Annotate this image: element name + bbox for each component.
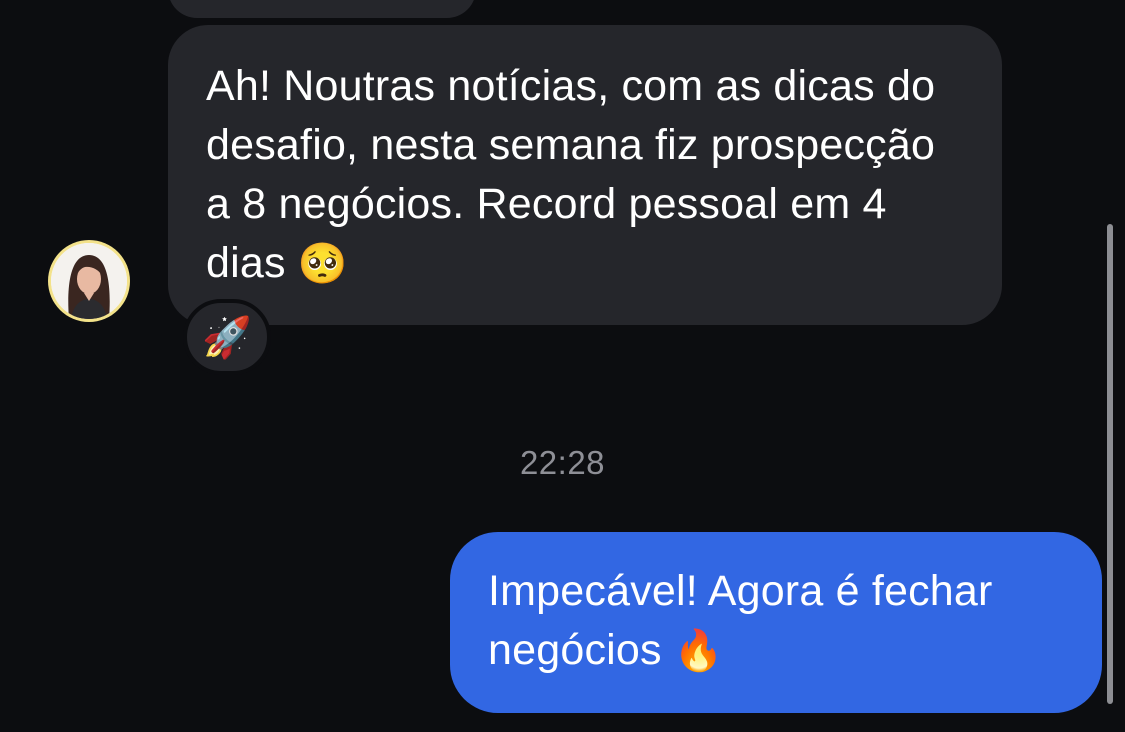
- rocket-icon: 🚀: [202, 315, 252, 360]
- user-avatar-icon: [51, 243, 127, 319]
- avatar[interactable]: [48, 240, 130, 322]
- outgoing-message-text: Impecável! Agora é fechar negócios: [488, 567, 993, 674]
- message-reaction[interactable]: 🚀: [183, 299, 271, 375]
- fire-icon: 🔥: [673, 629, 724, 673]
- chat-thread[interactable]: Ah! Noutras notícias, com as dicas do de…: [0, 0, 1125, 732]
- incoming-message-bubble[interactable]: Ah! Noutras notícias, com as dicas do de…: [168, 25, 1002, 325]
- previous-message-bubble[interactable]: [168, 0, 476, 18]
- scrollbar[interactable]: [1107, 224, 1113, 704]
- pleading-face-icon: 🥺: [297, 242, 348, 286]
- outgoing-message-bubble[interactable]: Impecável! Agora é fechar negócios 🔥: [450, 532, 1102, 713]
- message-timestamp: 22:28: [519, 444, 606, 481]
